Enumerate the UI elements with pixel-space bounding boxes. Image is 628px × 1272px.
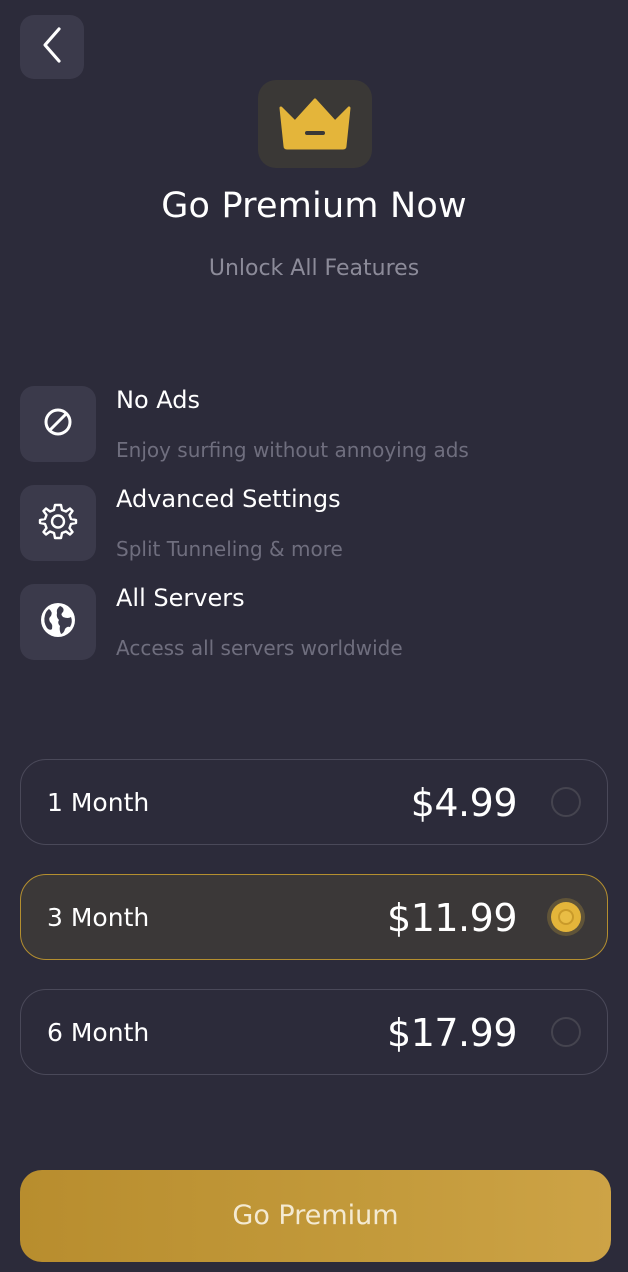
plan-price: $17.99 — [387, 1011, 517, 1055]
page-subtitle: Unlock All Features — [208, 256, 420, 281]
premium-logo — [258, 80, 372, 168]
plan-option-6-month[interactable]: 6 Month $17.99 — [20, 989, 608, 1075]
plan-duration: 6 Month — [47, 1018, 150, 1047]
feature-description: Split Tunneling & more — [116, 537, 343, 561]
feature-icon-tile — [20, 386, 96, 462]
plan-duration: 3 Month — [47, 903, 150, 932]
feature-title: Advanced Settings — [116, 485, 341, 513]
back-button[interactable] — [20, 15, 84, 79]
plan-radio-selected[interactable] — [551, 902, 581, 932]
plan-price: $11.99 — [387, 896, 517, 940]
feature-title: All Servers — [116, 584, 245, 612]
gear-icon — [38, 501, 78, 545]
feature-all-servers: All Servers Access all servers worldwide — [20, 584, 610, 662]
feature-description: Access all servers worldwide — [116, 636, 403, 660]
globe-icon — [38, 600, 78, 644]
feature-icon-tile — [20, 485, 96, 561]
feature-advanced-settings: Advanced Settings Split Tunneling & more — [20, 485, 610, 563]
feature-description: Enjoy surfing without annoying ads — [116, 438, 469, 462]
plan-price: $4.99 — [410, 781, 518, 825]
crown-icon — [275, 94, 355, 154]
feature-icon-tile — [20, 584, 96, 660]
plan-option-3-month[interactable]: 3 Month $11.99 — [20, 874, 608, 960]
feature-no-ads: No Ads Enjoy surfing without annoying ad… — [20, 386, 610, 464]
page-title: Go Premium Now — [161, 186, 467, 226]
plan-duration: 1 Month — [47, 788, 150, 817]
go-premium-button[interactable]: Go Premium — [20, 1170, 611, 1262]
plan-option-1-month[interactable]: 1 Month $4.99 — [20, 759, 608, 845]
feature-title: No Ads — [116, 386, 200, 414]
chevron-left-icon — [37, 26, 67, 68]
plan-radio[interactable] — [551, 1017, 581, 1047]
plan-radio[interactable] — [551, 787, 581, 817]
block-icon — [41, 405, 75, 443]
